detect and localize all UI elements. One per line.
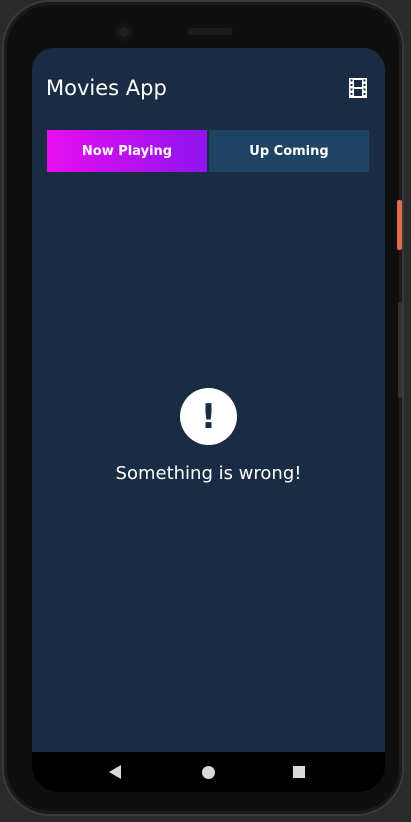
tab-up-coming-label: Up Coming xyxy=(249,143,329,159)
back-icon[interactable] xyxy=(109,765,121,779)
error-state: ! Something is wrong! xyxy=(32,388,385,484)
system-nav-bar xyxy=(32,752,385,792)
earpiece-speaker xyxy=(187,28,233,35)
tab-now-playing-label: Now Playing xyxy=(81,143,173,159)
phone-frame: Movies App Now Playing Up Coming ! Somet… xyxy=(4,2,402,814)
power-button xyxy=(397,200,402,250)
tab-now-playing[interactable]: Now Playing xyxy=(47,130,207,172)
film-icon[interactable] xyxy=(349,78,367,98)
volume-button xyxy=(398,302,402,398)
app-title: Movies App xyxy=(46,76,167,100)
error-message: Something is wrong! xyxy=(115,463,302,484)
tab-bar: Now Playing Up Coming xyxy=(47,130,369,172)
app-screen: Movies App Now Playing Up Coming ! Somet… xyxy=(32,48,385,792)
front-camera xyxy=(115,23,133,41)
alert-icon: ! xyxy=(180,388,237,445)
recents-icon[interactable] xyxy=(293,766,305,778)
alert-mark: ! xyxy=(200,396,217,437)
tab-up-coming[interactable]: Up Coming xyxy=(209,130,369,172)
home-icon[interactable] xyxy=(202,766,215,779)
